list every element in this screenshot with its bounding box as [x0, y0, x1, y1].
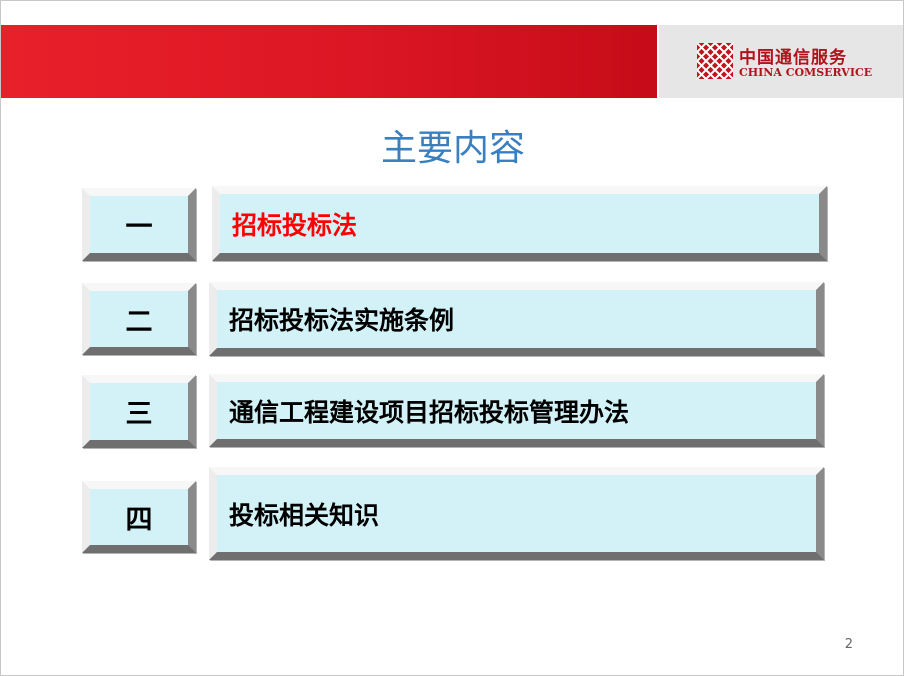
slide: 中国通信服务 CHINA COMSERVICE 主要内容 一 招标投标法 二 招… — [0, 0, 904, 676]
toc-item-4[interactable]: 投标相关知识 — [209, 467, 824, 560]
header-red-band — [1, 25, 657, 98]
slide-title: 主要内容 — [380, 128, 525, 169]
toc-number-3: 三 — [82, 375, 196, 448]
brand-name-cn: 中国通信服务 — [739, 48, 847, 68]
toc-number-1: 一 — [82, 188, 196, 261]
brand-name-en: CHINA COMSERVICE — [739, 66, 873, 79]
toc-item-1[interactable]: 招标投标法 — [212, 186, 827, 261]
page-number: 2 — [844, 637, 853, 652]
toc-number-4: 四 — [82, 481, 196, 553]
toc-item-3[interactable]: 通信工程建设项目招标投标管理办法 — [209, 374, 824, 447]
brand-logo: 中国通信服务 CHINA COMSERVICE — [659, 25, 903, 98]
toc-number-2: 二 — [82, 283, 196, 355]
toc-item-2[interactable]: 招标投标法实施条例 — [209, 282, 824, 356]
china-comservice-logo-icon — [697, 43, 733, 79]
